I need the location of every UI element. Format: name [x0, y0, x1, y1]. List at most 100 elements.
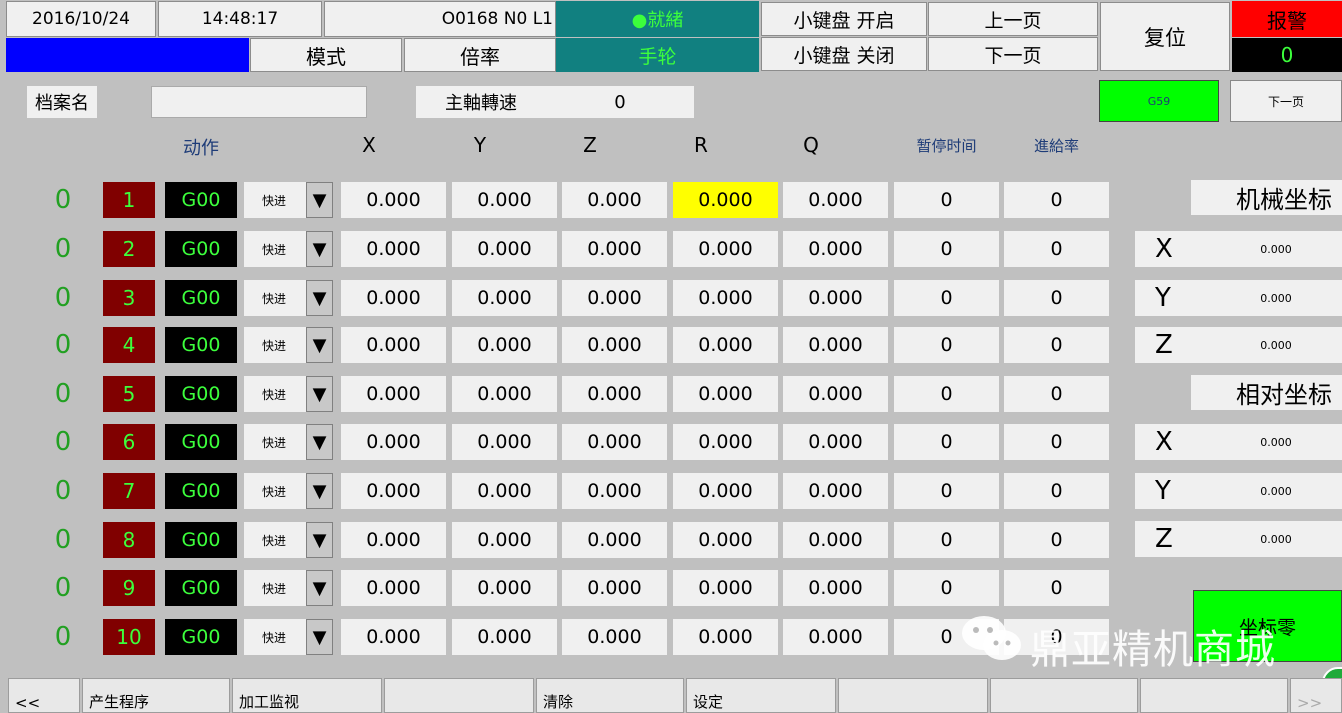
chevron-down-icon[interactable]: ▼ — [306, 182, 333, 218]
next-page-button[interactable]: 下一页 — [928, 37, 1098, 71]
gcode-field[interactable]: G00 — [165, 473, 237, 509]
param-pause-field[interactable]: 0 — [894, 327, 999, 363]
param-feed-field[interactable]: 0 — [1004, 522, 1109, 558]
chevron-down-icon[interactable]: ▼ — [306, 570, 333, 606]
param-pause-field[interactable]: 0 — [894, 182, 999, 218]
settings-button[interactable]: 设定 — [686, 678, 836, 713]
param-q-field[interactable]: 0.000 — [783, 327, 888, 363]
param-q-field[interactable]: 0.000 — [783, 182, 888, 218]
param-feed-field[interactable]: 0 — [1004, 473, 1109, 509]
param-q-field[interactable]: 0.000 — [783, 376, 888, 412]
param-x-field[interactable]: 0.000 — [341, 619, 446, 655]
param-r-field[interactable]: 0.000 — [673, 522, 778, 558]
param-feed-field[interactable]: 0 — [1004, 182, 1109, 218]
param-pause-field[interactable]: 0 — [894, 231, 999, 267]
param-z-field[interactable]: 0.000 — [562, 619, 667, 655]
gcode-field[interactable]: G00 — [165, 619, 237, 655]
chevron-down-icon[interactable]: ▼ — [306, 327, 333, 363]
param-z-field[interactable]: 0.000 — [562, 327, 667, 363]
g59-button[interactable]: G59 — [1099, 80, 1219, 122]
param-x-field[interactable]: 0.000 — [341, 182, 446, 218]
alarm-indicator[interactable]: 报警 — [1232, 1, 1342, 37]
param-y-field[interactable]: 0.000 — [452, 570, 557, 606]
param-feed-field[interactable]: 0 — [1004, 424, 1109, 460]
param-r-field[interactable]: 0.000 — [673, 182, 778, 218]
keypad-off-button[interactable]: 小键盘 关闭 — [761, 37, 927, 71]
chevron-down-icon[interactable]: ▼ — [306, 473, 333, 509]
param-y-field[interactable]: 0.000 — [452, 424, 557, 460]
chevron-down-icon[interactable]: ▼ — [306, 619, 333, 655]
param-pause-field[interactable]: 0 — [894, 280, 999, 316]
gcode-field[interactable]: G00 — [165, 522, 237, 558]
prev-page-button[interactable]: 上一页 — [928, 2, 1098, 36]
param-pause-field[interactable]: 0 — [894, 473, 999, 509]
bottom-blank-button-2[interactable] — [838, 678, 988, 713]
bottom-blank-button-4[interactable] — [1140, 678, 1288, 713]
param-x-field[interactable]: 0.000 — [341, 231, 446, 267]
motion-mode-select[interactable]: 快进 — [244, 231, 306, 267]
param-z-field[interactable]: 0.000 — [562, 522, 667, 558]
chevron-down-icon[interactable]: ▼ — [306, 280, 333, 316]
param-q-field[interactable]: 0.000 — [783, 231, 888, 267]
chevron-down-icon[interactable]: ▼ — [306, 231, 333, 267]
clear-button[interactable]: 清除 — [536, 678, 684, 713]
param-r-field[interactable]: 0.000 — [673, 231, 778, 267]
param-pause-field[interactable]: 0 — [894, 376, 999, 412]
bottom-next-button[interactable]: >> — [1290, 678, 1342, 713]
param-feed-field[interactable]: 0 — [1004, 231, 1109, 267]
param-x-field[interactable]: 0.000 — [341, 522, 446, 558]
param-y-field[interactable]: 0.000 — [452, 327, 557, 363]
chevron-down-icon[interactable]: ▼ — [306, 424, 333, 460]
motion-mode-select[interactable]: 快进 — [244, 280, 306, 316]
param-feed-field[interactable]: 0 — [1004, 376, 1109, 412]
param-pause-field[interactable]: 0 — [894, 522, 999, 558]
param-q-field[interactable]: 0.000 — [783, 619, 888, 655]
param-x-field[interactable]: 0.000 — [341, 327, 446, 363]
param-feed-field[interactable]: 0 — [1004, 327, 1109, 363]
param-x-field[interactable]: 0.000 — [341, 424, 446, 460]
param-y-field[interactable]: 0.000 — [452, 182, 557, 218]
chevron-down-icon[interactable]: ▼ — [306, 376, 333, 412]
param-y-field[interactable]: 0.000 — [452, 231, 557, 267]
param-x-field[interactable]: 0.000 — [341, 570, 446, 606]
gcode-field[interactable]: G00 — [165, 182, 237, 218]
gcode-field[interactable]: G00 — [165, 376, 237, 412]
reset-button[interactable]: 复位 — [1100, 2, 1230, 71]
param-q-field[interactable]: 0.000 — [783, 570, 888, 606]
rate-button[interactable]: 倍率 — [404, 38, 556, 72]
keypad-on-button[interactable]: 小键盘 开启 — [761, 2, 927, 36]
chevron-down-icon[interactable]: ▼ — [306, 522, 333, 558]
param-q-field[interactable]: 0.000 — [783, 473, 888, 509]
gcode-field[interactable]: G00 — [165, 231, 237, 267]
gcode-field[interactable]: G00 — [165, 570, 237, 606]
param-feed-field[interactable]: 0 — [1004, 570, 1109, 606]
param-r-field[interactable]: 0.000 — [673, 570, 778, 606]
param-q-field[interactable]: 0.000 — [783, 522, 888, 558]
bottom-blank-button-3[interactable] — [990, 678, 1138, 713]
param-z-field[interactable]: 0.000 — [562, 182, 667, 218]
param-q-field[interactable]: 0.000 — [783, 280, 888, 316]
bottom-prev-button[interactable]: << — [8, 678, 80, 713]
motion-mode-select[interactable]: 快进 — [244, 327, 306, 363]
param-q-field[interactable]: 0.000 — [783, 424, 888, 460]
process-monitor-button[interactable]: 加工监视 — [232, 678, 382, 713]
motion-mode-select[interactable]: 快进 — [244, 522, 306, 558]
motion-mode-select[interactable]: 快进 — [244, 570, 306, 606]
param-pause-field[interactable]: 0 — [894, 570, 999, 606]
param-z-field[interactable]: 0.000 — [562, 280, 667, 316]
bottom-blank-button-1[interactable] — [384, 678, 534, 713]
param-feed-field[interactable]: 0 — [1004, 280, 1109, 316]
param-y-field[interactable]: 0.000 — [452, 473, 557, 509]
param-r-field[interactable]: 0.000 — [673, 473, 778, 509]
mode-button[interactable]: 模式 — [250, 38, 402, 72]
gcode-field[interactable]: G00 — [165, 327, 237, 363]
param-r-field[interactable]: 0.000 — [673, 280, 778, 316]
param-y-field[interactable]: 0.000 — [452, 376, 557, 412]
param-z-field[interactable]: 0.000 — [562, 473, 667, 509]
generate-program-button[interactable]: 产生程序 — [82, 678, 230, 713]
param-z-field[interactable]: 0.000 — [562, 570, 667, 606]
motion-mode-select[interactable]: 快进 — [244, 376, 306, 412]
param-y-field[interactable]: 0.000 — [452, 619, 557, 655]
param-r-field[interactable]: 0.000 — [673, 424, 778, 460]
param-z-field[interactable]: 0.000 — [562, 376, 667, 412]
